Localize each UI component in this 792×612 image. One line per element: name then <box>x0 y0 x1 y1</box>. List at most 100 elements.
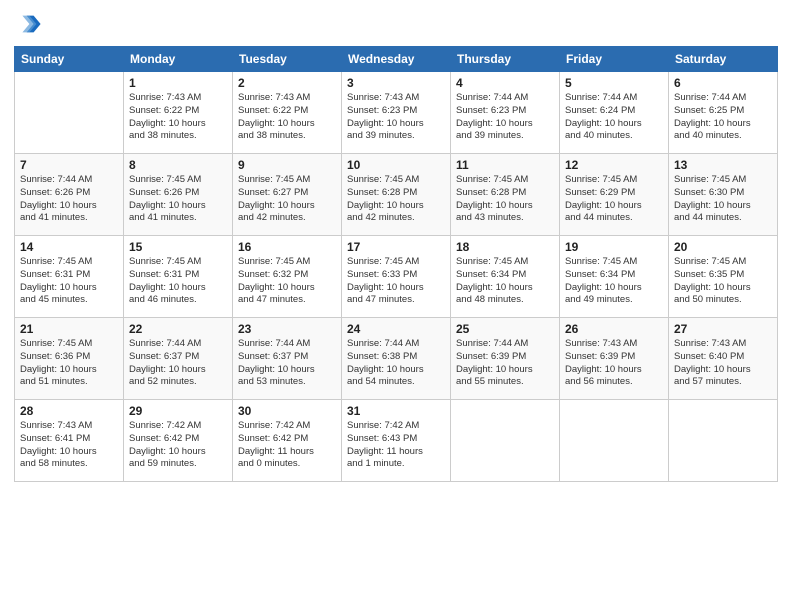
day-number: 9 <box>238 158 336 172</box>
day-number: 16 <box>238 240 336 254</box>
day-cell: 5 Sunrise: 7:44 AM Sunset: 6:24 PM Daylig… <box>560 72 669 154</box>
day-info: Sunrise: 7:44 AM Sunset: 6:37 PM Dayligh… <box>238 338 336 389</box>
day-info: Sunrise: 7:43 AM Sunset: 6:39 PM Dayligh… <box>565 338 663 389</box>
day-cell: 21 Sunrise: 7:45 AM Sunset: 6:36 PM Dayli… <box>15 318 124 400</box>
day-number: 7 <box>20 158 118 172</box>
day-cell: 8Sunrise: 7:45 AM Sunset: 6:26 PM Daylig… <box>124 154 233 236</box>
day-number: 4 <box>456 76 554 90</box>
day-cell: 7 Sunrise: 7:44 AM Sunset: 6:26 PM Daylig… <box>15 154 124 236</box>
day-number: 18 <box>456 240 554 254</box>
day-number: 3 <box>347 76 445 90</box>
week-row-3: 14 Sunrise: 7:45 AM Sunset: 6:31 PM Dayli… <box>15 236 778 318</box>
day-number: 24 <box>347 322 445 336</box>
day-info: Sunrise: 7:44 AM Sunset: 6:24 PM Dayligh… <box>565 92 663 143</box>
day-info: Sunrise: 7:44 AM Sunset: 6:38 PM Dayligh… <box>347 338 445 389</box>
header-cell-tuesday: Tuesday <box>233 47 342 72</box>
day-info: Sunrise: 7:44 AM Sunset: 6:37 PM Dayligh… <box>129 338 227 389</box>
day-info: Sunrise: 7:43 AM Sunset: 6:22 PM Dayligh… <box>129 92 227 143</box>
day-info: Sunrise: 7:45 AM Sunset: 6:27 PM Dayligh… <box>238 174 336 225</box>
day-number: 25 <box>456 322 554 336</box>
day-cell: 4Sunrise: 7:44 AM Sunset: 6:23 PM Daylig… <box>451 72 560 154</box>
day-cell: 12 Sunrise: 7:45 AM Sunset: 6:29 PM Dayli… <box>560 154 669 236</box>
day-cell: 29Sunrise: 7:42 AM Sunset: 6:42 PM Dayli… <box>124 400 233 482</box>
day-cell: 23 Sunrise: 7:44 AM Sunset: 6:37 PM Dayli… <box>233 318 342 400</box>
calendar-table: SundayMondayTuesdayWednesdayThursdayFrid… <box>14 46 778 482</box>
day-number: 28 <box>20 404 118 418</box>
day-cell: 3Sunrise: 7:43 AM Sunset: 6:23 PM Daylig… <box>342 72 451 154</box>
day-cell: 16 Sunrise: 7:45 AM Sunset: 6:32 PM Dayli… <box>233 236 342 318</box>
day-info: Sunrise: 7:44 AM Sunset: 6:26 PM Dayligh… <box>20 174 118 225</box>
week-row-2: 7 Sunrise: 7:44 AM Sunset: 6:26 PM Daylig… <box>15 154 778 236</box>
day-number: 27 <box>674 322 772 336</box>
day-info: Sunrise: 7:45 AM Sunset: 6:28 PM Dayligh… <box>456 174 554 225</box>
day-number: 22 <box>129 322 227 336</box>
day-number: 13 <box>674 158 772 172</box>
day-info: Sunrise: 7:43 AM Sunset: 6:40 PM Dayligh… <box>674 338 772 389</box>
header-cell-thursday: Thursday <box>451 47 560 72</box>
day-cell: 28 Sunrise: 7:43 AM Sunset: 6:41 PM Dayli… <box>15 400 124 482</box>
day-info: Sunrise: 7:43 AM Sunset: 6:41 PM Dayligh… <box>20 420 118 471</box>
day-cell: 24 Sunrise: 7:44 AM Sunset: 6:38 PM Dayli… <box>342 318 451 400</box>
day-cell: 1 Sunrise: 7:43 AM Sunset: 6:22 PM Daylig… <box>124 72 233 154</box>
day-info: Sunrise: 7:45 AM Sunset: 6:36 PM Dayligh… <box>20 338 118 389</box>
day-cell: 13 Sunrise: 7:45 AM Sunset: 6:30 PM Dayli… <box>669 154 778 236</box>
day-info: Sunrise: 7:44 AM Sunset: 6:25 PM Dayligh… <box>674 92 772 143</box>
day-number: 19 <box>565 240 663 254</box>
header-cell-friday: Friday <box>560 47 669 72</box>
week-row-4: 21 Sunrise: 7:45 AM Sunset: 6:36 PM Dayli… <box>15 318 778 400</box>
week-row-1: 1 Sunrise: 7:43 AM Sunset: 6:22 PM Daylig… <box>15 72 778 154</box>
day-info: Sunrise: 7:45 AM Sunset: 6:28 PM Dayligh… <box>347 174 445 225</box>
day-number: 20 <box>674 240 772 254</box>
day-number: 12 <box>565 158 663 172</box>
day-info: Sunrise: 7:45 AM Sunset: 6:29 PM Dayligh… <box>565 174 663 225</box>
day-cell: 9 Sunrise: 7:45 AM Sunset: 6:27 PM Daylig… <box>233 154 342 236</box>
day-number: 2 <box>238 76 336 90</box>
day-number: 14 <box>20 240 118 254</box>
day-info: Sunrise: 7:45 AM Sunset: 6:31 PM Dayligh… <box>129 256 227 307</box>
day-cell: 11 Sunrise: 7:45 AM Sunset: 6:28 PM Dayli… <box>451 154 560 236</box>
day-info: Sunrise: 7:44 AM Sunset: 6:39 PM Dayligh… <box>456 338 554 389</box>
day-number: 8 <box>129 158 227 172</box>
day-number: 6 <box>674 76 772 90</box>
day-number: 5 <box>565 76 663 90</box>
day-info: Sunrise: 7:45 AM Sunset: 6:34 PM Dayligh… <box>456 256 554 307</box>
day-number: 17 <box>347 240 445 254</box>
day-number: 31 <box>347 404 445 418</box>
day-info: Sunrise: 7:45 AM Sunset: 6:32 PM Dayligh… <box>238 256 336 307</box>
day-info: Sunrise: 7:45 AM Sunset: 6:33 PM Dayligh… <box>347 256 445 307</box>
day-cell: 15 Sunrise: 7:45 AM Sunset: 6:31 PM Dayli… <box>124 236 233 318</box>
day-cell: 19Sunrise: 7:45 AM Sunset: 6:34 PM Dayli… <box>560 236 669 318</box>
header-cell-monday: Monday <box>124 47 233 72</box>
day-number: 23 <box>238 322 336 336</box>
header-cell-sunday: Sunday <box>15 47 124 72</box>
day-info: Sunrise: 7:42 AM Sunset: 6:42 PM Dayligh… <box>238 420 336 471</box>
day-cell: 30 Sunrise: 7:42 AM Sunset: 6:42 PM Dayli… <box>233 400 342 482</box>
logo <box>14 10 46 38</box>
day-number: 1 <box>129 76 227 90</box>
day-info: Sunrise: 7:45 AM Sunset: 6:30 PM Dayligh… <box>674 174 772 225</box>
week-row-5: 28 Sunrise: 7:43 AM Sunset: 6:41 PM Dayli… <box>15 400 778 482</box>
day-number: 30 <box>238 404 336 418</box>
day-info: Sunrise: 7:43 AM Sunset: 6:22 PM Dayligh… <box>238 92 336 143</box>
day-cell: 10Sunrise: 7:45 AM Sunset: 6:28 PM Dayli… <box>342 154 451 236</box>
day-cell: 31Sunrise: 7:42 AM Sunset: 6:43 PM Dayli… <box>342 400 451 482</box>
day-number: 29 <box>129 404 227 418</box>
day-cell: 27 Sunrise: 7:43 AM Sunset: 6:40 PM Dayli… <box>669 318 778 400</box>
day-info: Sunrise: 7:45 AM Sunset: 6:35 PM Dayligh… <box>674 256 772 307</box>
logo-icon <box>14 10 42 38</box>
header-row: SundayMondayTuesdayWednesdayThursdayFrid… <box>15 47 778 72</box>
day-cell: 17 Sunrise: 7:45 AM Sunset: 6:33 PM Dayli… <box>342 236 451 318</box>
day-cell: 25 Sunrise: 7:44 AM Sunset: 6:39 PM Dayli… <box>451 318 560 400</box>
header-cell-saturday: Saturday <box>669 47 778 72</box>
day-number: 11 <box>456 158 554 172</box>
day-cell <box>451 400 560 482</box>
day-number: 15 <box>129 240 227 254</box>
day-cell: 22 Sunrise: 7:44 AM Sunset: 6:37 PM Dayli… <box>124 318 233 400</box>
day-cell: 18 Sunrise: 7:45 AM Sunset: 6:34 PM Dayli… <box>451 236 560 318</box>
day-number: 21 <box>20 322 118 336</box>
day-cell <box>15 72 124 154</box>
header <box>14 10 778 38</box>
day-cell <box>560 400 669 482</box>
day-cell: 26Sunrise: 7:43 AM Sunset: 6:39 PM Dayli… <box>560 318 669 400</box>
day-cell: 2 Sunrise: 7:43 AM Sunset: 6:22 PM Daylig… <box>233 72 342 154</box>
